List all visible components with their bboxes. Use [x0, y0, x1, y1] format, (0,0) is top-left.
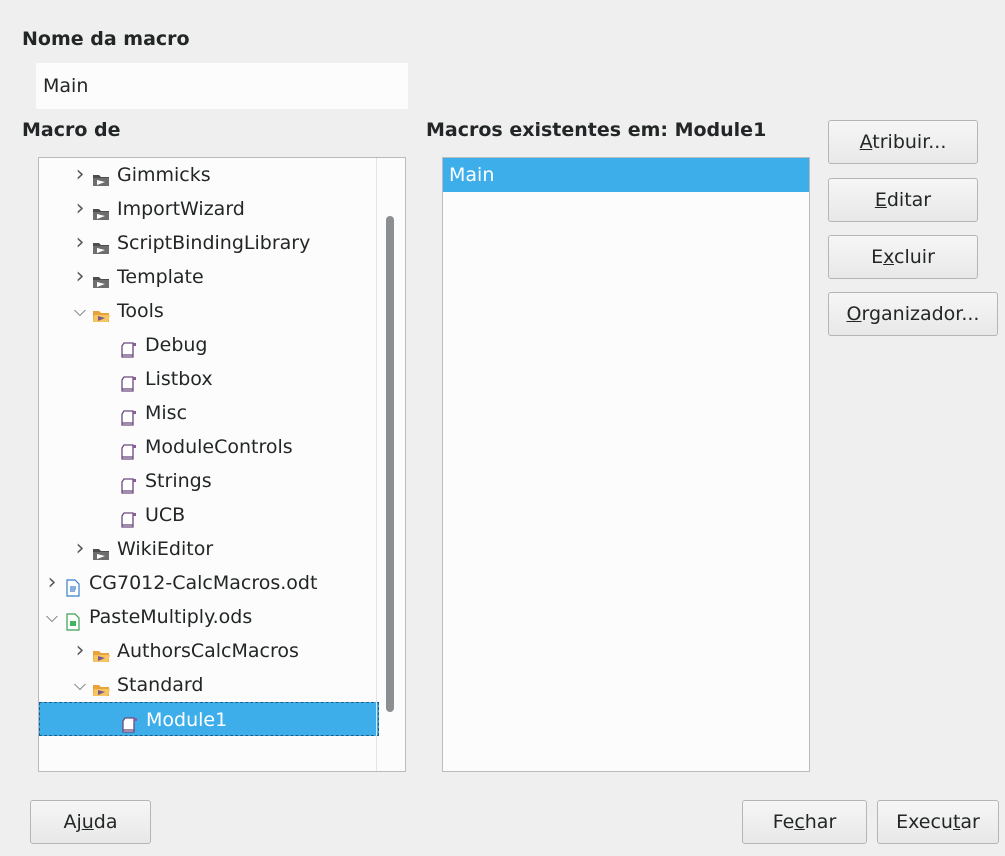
open-library-icon: [92, 676, 110, 696]
tree-item-modulecontrols[interactable]: ModuleControls: [39, 430, 379, 464]
library-icon: [92, 234, 110, 254]
delete-button[interactable]: Excluir: [828, 235, 978, 279]
module-icon: [120, 336, 138, 358]
tree-item-label: ImportWizard: [117, 198, 245, 220]
library-icon: [92, 200, 110, 220]
chevron-right-icon[interactable]: ›: [72, 260, 88, 294]
tree-item-label: Tools: [117, 300, 164, 322]
chevron-down-icon[interactable]: ⌵: [72, 294, 88, 328]
close-label-post: har: [804, 811, 837, 833]
close-button[interactable]: Fechar: [742, 800, 867, 844]
tree-item-label: Debug: [145, 334, 208, 356]
chevron-right-icon[interactable]: ›: [44, 566, 60, 600]
tree-item-label: Module1: [146, 709, 228, 731]
tree-item-authorscalcmacros[interactable]: › AuthorsCalcMacros: [39, 634, 379, 668]
macro-from-label: Macro de: [22, 119, 121, 141]
tree-item-listbox[interactable]: Listbox: [39, 362, 379, 396]
tree-item-strings[interactable]: Strings: [39, 464, 379, 498]
tree-item-label: Misc: [145, 402, 188, 424]
module-icon: [120, 438, 138, 460]
help-mnemonic: u: [81, 811, 94, 833]
chevron-right-icon[interactable]: ›: [72, 158, 88, 192]
chevron-right-icon[interactable]: ›: [72, 634, 88, 668]
chevron-right-icon[interactable]: ›: [72, 532, 88, 566]
tree-item-pastemultiply-ods[interactable]: ⌵ PasteMultiply.ods: [39, 600, 379, 634]
tree-item-importwizard[interactable]: › ImportWizard: [39, 192, 379, 226]
chevron-right-icon[interactable]: ›: [72, 192, 88, 226]
tree-item-cg7012-calcmacros-odt[interactable]: › CG7012-CalcMacros.odt: [39, 566, 379, 600]
library-icon: [92, 268, 110, 288]
delete-label-pre: E: [871, 246, 884, 268]
help-label-post: da: [93, 811, 118, 833]
tree-item-label: Gimmicks: [117, 164, 211, 186]
delete-mnemonic: x: [883, 246, 895, 268]
help-button[interactable]: Ajuda: [30, 800, 151, 844]
assign-mnemonic: A: [859, 131, 873, 153]
module-icon: [121, 711, 139, 733]
edit-mnemonic: E: [874, 189, 887, 211]
assign-label-post: tribuir...: [872, 131, 947, 153]
help-label-pre: Aj: [63, 811, 82, 833]
library-icon: [92, 166, 110, 186]
macro-list-item[interactable]: Main: [443, 158, 809, 192]
tree-item-label: Standard: [117, 674, 204, 696]
tree-item-misc[interactable]: Misc: [39, 396, 379, 430]
tree-item-label: Template: [117, 266, 204, 288]
library-icon: [92, 540, 110, 560]
writer-doc-icon: [64, 574, 82, 597]
organizer-mnemonic: O: [846, 303, 862, 325]
chevron-right-icon[interactable]: ›: [72, 226, 88, 260]
tree-item-label: AuthorsCalcMacros: [117, 640, 299, 662]
organizer-button[interactable]: Organizador...: [828, 292, 998, 336]
tree-item-label: WikiEditor: [117, 538, 214, 560]
tree-item-label: ScriptBindingLibrary: [117, 232, 311, 254]
tree-item-debug[interactable]: Debug: [39, 328, 379, 362]
library-tree[interactable]: › Gimmicks › ImportWizard › ScriptBindingLibr…: [38, 157, 406, 772]
calc-doc-icon: [64, 608, 82, 631]
tree-item-tools[interactable]: ⌵ Tools: [39, 294, 379, 328]
tree-item-module1[interactable]: Module1: [39, 702, 379, 736]
delete-label-post: cluir: [894, 246, 935, 268]
run-button[interactable]: Executar: [877, 800, 999, 844]
close-label-pre: Fe: [772, 811, 795, 833]
tree-item-ucb[interactable]: UCB: [39, 498, 379, 532]
tree-item-label: PasteMultiply.ods: [89, 606, 253, 628]
tree-item-label: CG7012-CalcMacros.odt: [89, 572, 318, 594]
tree-scrollbar-thumb[interactable]: [386, 216, 394, 712]
assign-button[interactable]: Atribuir...: [828, 120, 978, 164]
edit-label-post: ditar: [886, 189, 932, 211]
run-label-pre: Execu: [896, 811, 953, 833]
tree-item-wikieditor[interactable]: › WikiEditor: [39, 532, 379, 566]
organizer-label-post: rganizador...: [861, 303, 980, 325]
chevron-down-icon[interactable]: ⌵: [44, 600, 60, 634]
open-library-icon: [92, 302, 110, 322]
tree-scrollbar-track: [376, 158, 377, 771]
tree-item-standard[interactable]: ⌵ Standard: [39, 668, 379, 702]
module-icon: [120, 506, 138, 528]
tree-item-label: UCB: [145, 504, 186, 526]
tree-item-label: ModuleControls: [145, 436, 293, 458]
macro-name-label: Nome da macro: [22, 28, 190, 50]
module-icon: [120, 370, 138, 392]
module-icon: [120, 404, 138, 426]
tree-item-gimmicks[interactable]: › Gimmicks: [39, 158, 379, 192]
close-mnemonic: c: [794, 811, 805, 833]
tree-item-scriptbindinglibrary[interactable]: › ScriptBindingLibrary: [39, 226, 379, 260]
module-icon: [120, 472, 138, 494]
tree-item-template[interactable]: › Template: [39, 260, 379, 294]
open-library-icon: [92, 642, 110, 662]
tree-item-label: Listbox: [145, 368, 213, 390]
existing-macros-label: Macros existentes em: Module1: [426, 119, 767, 141]
run-label-post: ar: [960, 811, 980, 833]
macro-name-input[interactable]: [36, 63, 408, 109]
edit-button[interactable]: Editar: [828, 178, 978, 222]
tree-item-label: Strings: [145, 470, 212, 492]
chevron-down-icon[interactable]: ⌵: [72, 668, 88, 702]
existing-macros-list[interactable]: Main: [442, 157, 810, 772]
